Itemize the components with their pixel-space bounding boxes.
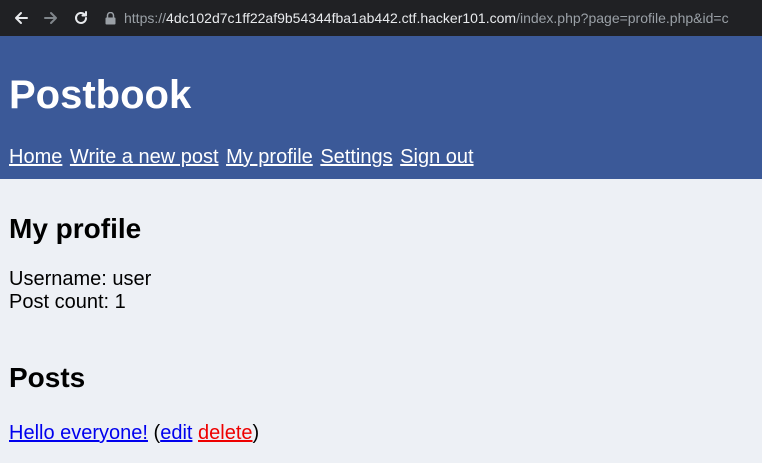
- site-nav: Home Write a new post My profile Setting…: [9, 145, 753, 169]
- nav-settings-link[interactable]: Settings: [320, 146, 392, 168]
- main-content: My profile Username: user Post count: 1 …: [0, 179, 762, 445]
- post-count-text: Post count: 1: [9, 291, 126, 313]
- nav-write-post-link[interactable]: Write a new post: [70, 146, 219, 168]
- username-text: Username: user: [9, 268, 152, 290]
- reload-icon: [75, 11, 87, 24]
- browser-toolbar: https://4dc102d7c1ff22af9b54344fba1ab442…: [0, 0, 762, 36]
- edit-post-link[interactable]: edit: [160, 422, 192, 444]
- url-host: 4dc102d7c1ff22af9b54344fba1ab442.ctf.hac…: [166, 10, 517, 26]
- reload-button[interactable]: [66, 3, 96, 33]
- site-title: Postbook: [9, 73, 192, 117]
- arrow-right-icon: [44, 12, 57, 24]
- nav-home-link[interactable]: Home: [9, 146, 62, 168]
- back-button[interactable]: [6, 3, 36, 33]
- site-header: Postbook Home Write a new post My profil…: [0, 36, 762, 179]
- nav-sign-out-link[interactable]: Sign out: [400, 146, 473, 168]
- profile-heading: My profile: [9, 213, 142, 244]
- arrow-left-icon: [15, 12, 28, 24]
- delete-post-link[interactable]: delete: [198, 422, 253, 444]
- posts-heading: Posts: [9, 362, 86, 393]
- forward-button[interactable]: [36, 3, 66, 33]
- profile-info: Username: user Post count: 1: [9, 268, 753, 314]
- lock-icon: [100, 11, 120, 25]
- post-title-link[interactable]: Hello everyone!: [9, 422, 148, 444]
- close-paren: ): [252, 422, 260, 444]
- nav-my-profile-link[interactable]: My profile: [226, 146, 313, 168]
- url-path: /index.php?page=profile.php&id=c: [516, 10, 729, 26]
- address-bar[interactable]: https://4dc102d7c1ff22af9b54344fba1ab442…: [100, 3, 756, 33]
- post-item: Hello everyone! (edit delete): [9, 421, 753, 445]
- url-scheme: https://: [124, 10, 167, 26]
